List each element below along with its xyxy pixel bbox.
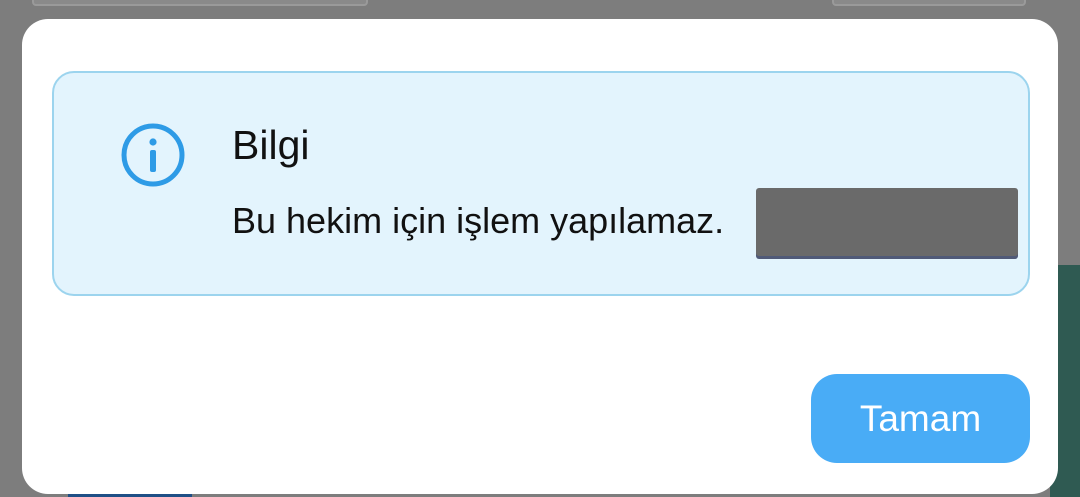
background-input-left <box>32 0 368 6</box>
info-alert: Bilgi Bu hekim için işlem yapılamaz. <box>52 71 1030 296</box>
background-input-right <box>832 0 1026 6</box>
redacted-area <box>756 188 1018 256</box>
info-circle-icon <box>121 123 185 187</box>
ok-button[interactable]: Tamam <box>811 374 1030 463</box>
info-dialog: Bilgi Bu hekim için işlem yapılamaz. Tam… <box>22 19 1058 494</box>
dialog-message: Bu hekim için işlem yapılamaz. <box>232 200 725 241</box>
dialog-title: Bilgi <box>232 122 310 168</box>
